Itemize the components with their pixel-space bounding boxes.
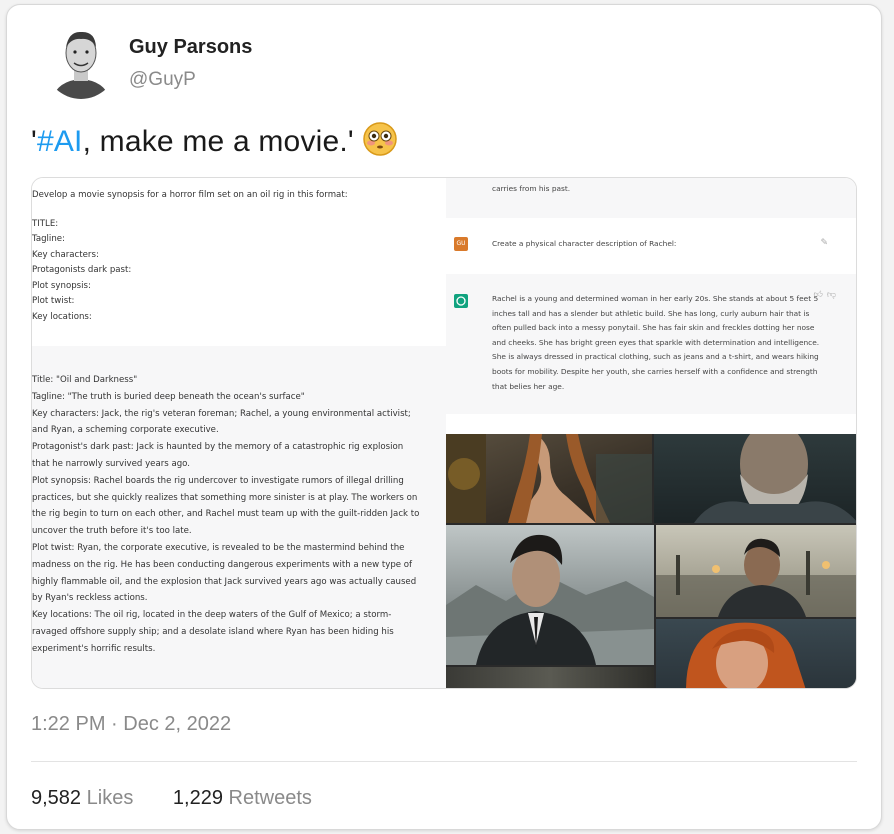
rachel-line: She is always dressed in practical cloth…: [492, 352, 819, 362]
chat-screenshot-left: Develop a movie synopsis for a horror fi…: [32, 178, 446, 688]
tweet-text: '#AI, make me a movie.': [31, 121, 398, 159]
jack-portrait-image: [654, 434, 856, 523]
likes-label: Likes: [86, 787, 134, 809]
retweets-label: Retweets: [228, 787, 312, 809]
tweet-media[interactable]: Develop a movie synopsis for a horror fi…: [31, 177, 857, 689]
answer-line: Title: "Oil and Darkness": [32, 375, 138, 385]
answer-line: madness on the rig. He has been conducti…: [32, 559, 413, 570]
prompt-line: Plot twist:: [32, 296, 75, 306]
tweet-text-body: , make me a movie.': [82, 125, 354, 158]
user-question: Create a physical character description …: [492, 239, 677, 248]
prompt-line: Develop a movie synopsis for a horror fi…: [32, 190, 348, 200]
answer-line: ravaged offshore supply ship; and a deso…: [32, 626, 394, 637]
answer-line: Key locations: The oil rig, located in t…: [32, 610, 392, 621]
divider: [31, 761, 857, 762]
answer-line: Protagonist's dark past: Jack is haunted…: [32, 442, 404, 453]
assistant-answer-row: Rachel is a young and determined woman i…: [446, 274, 856, 414]
retweets-stat[interactable]: 1,229 Retweets: [173, 787, 312, 810]
avatar[interactable]: [45, 23, 117, 103]
likes-stat[interactable]: 9,582 Likes: [31, 787, 133, 810]
user-question-row: GU Create a physical character descripti…: [446, 222, 856, 272]
answer-line: Plot twist: Ryan, the corporate executiv…: [32, 542, 405, 553]
rig-worker-image: [656, 525, 856, 617]
prompt-line: Tagline:: [32, 234, 65, 244]
answer-line: experiment's horrific results.: [32, 643, 156, 654]
assistant-logo-icon: [454, 294, 468, 308]
rachel-description: Rachel is a young and determined woman i…: [492, 292, 819, 394]
rachel-line: inches tall and has a slender but athlet…: [492, 308, 810, 318]
answer-line: highly flammable oil, and the explosion …: [32, 576, 417, 587]
tweet-card: Guy Parsons @GuyP '#AI, make me a movie.…: [6, 4, 882, 830]
user-avatar-badge: GU: [454, 237, 468, 251]
edit-icon[interactable]: ✎: [820, 238, 828, 248]
redhead-portrait-image: [656, 619, 856, 688]
answer-line: that he narrowly survived years ago.: [32, 458, 191, 469]
author-handle[interactable]: @GuyP: [129, 69, 196, 91]
feedback-thumbs-icon[interactable]: 👍︎👎︎: [813, 290, 840, 300]
prompt-line: TITLE:: [32, 218, 59, 229]
rachel-line: often pulled back into a messy ponytail.…: [492, 323, 815, 333]
answer-line: and Ryan, a scheming corporate executive…: [32, 425, 219, 436]
prompt-line: Key locations:: [32, 311, 92, 322]
rachel-line: boots for mobility. Despite her youth, s…: [492, 366, 818, 376]
likes-count: 9,582: [31, 787, 82, 809]
prompt-line: Plot synopsis:: [32, 280, 91, 291]
hashtag-link[interactable]: #AI: [37, 125, 83, 158]
prompt-block: Develop a movie synopsis for a horror fi…: [32, 178, 446, 346]
prompt-line: Key characters:: [32, 249, 99, 260]
answer-block: Title: "Oil and Darkness" Tagline: "The …: [32, 372, 446, 658]
rachel-line: and cheeks. She has bright green eyes th…: [492, 337, 820, 347]
answer-line: by Ryan's reckless actions.: [32, 593, 148, 604]
rachel-portrait-image: [446, 434, 652, 523]
rachel-line: Rachel is a young and determined woman i…: [492, 294, 819, 303]
flushed-face-emoji-icon: [362, 121, 398, 157]
collage-strip-image: [446, 667, 654, 688]
engagement-stats: 9,582 Likes 1,229 Retweets: [31, 787, 346, 810]
author-name[interactable]: Guy Parsons: [129, 36, 252, 59]
answer-line: Key characters: Jack, the rig's veteran …: [32, 408, 411, 419]
rachel-line: that belies her age.: [492, 381, 565, 391]
chat-screenshot-right: carries from his past. GU Create a physi…: [446, 178, 856, 434]
ryan-portrait-image: [446, 525, 654, 665]
answer-line: uncover the truth before it's too late.: [32, 526, 192, 537]
prompt-line: Protagonists dark past:: [32, 265, 132, 275]
retweets-count: 1,229: [172, 787, 223, 809]
answer-line: practices, but she quickly realizes that…: [32, 492, 418, 503]
previous-answer-tail: carries from his past.: [446, 178, 856, 218]
answer-line: Plot synopsis: Rachel boards the rig und…: [32, 475, 404, 486]
answer-line: the rig begin to turn on each other, and…: [32, 509, 420, 520]
answer-line: Tagline: "The truth is buried deep benea…: [32, 391, 305, 402]
character-image-collage: [446, 434, 856, 688]
tweet-timestamp[interactable]: 1:22 PM · Dec 2, 2022: [31, 713, 231, 736]
